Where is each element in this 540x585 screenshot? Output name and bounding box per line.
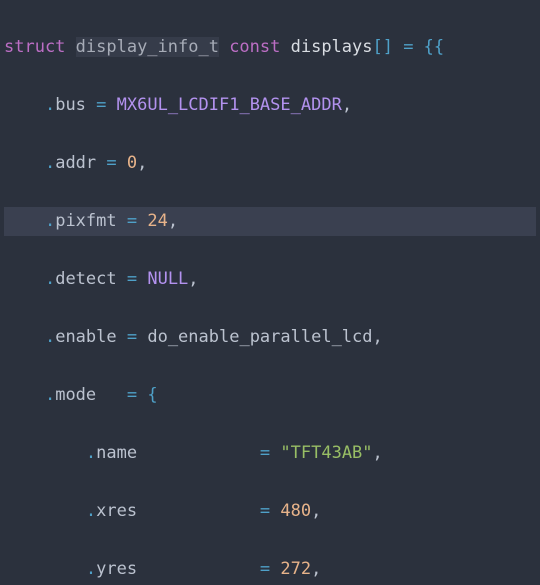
keyword-struct: struct bbox=[4, 37, 76, 57]
open-brackets: [] = {{ bbox=[373, 37, 445, 57]
type-name: display_info_t bbox=[76, 37, 219, 57]
value-addr: 0 bbox=[127, 153, 137, 173]
field-detect: detect bbox=[55, 269, 116, 289]
code-line: .name = "TFT43AB", bbox=[4, 439, 536, 468]
code-line: .enable = do_enable_parallel_lcd, bbox=[4, 323, 536, 352]
field-enable: enable bbox=[55, 327, 116, 347]
value-name: "TFT43AB" bbox=[280, 443, 372, 463]
keyword-const: const bbox=[219, 37, 291, 57]
field-name: name bbox=[96, 443, 137, 463]
code-line-highlighted: .pixfmt = 24, bbox=[4, 207, 536, 236]
value-xres: 480 bbox=[280, 501, 311, 521]
code-line: .xres = 480, bbox=[4, 497, 536, 526]
value-detect: NULL bbox=[147, 269, 188, 289]
field-xres: xres bbox=[96, 501, 137, 521]
value-pixfmt: 24 bbox=[147, 211, 167, 231]
code-line: .mode = { bbox=[4, 381, 536, 410]
code-line: .yres = 272, bbox=[4, 555, 536, 584]
value-yres: 272 bbox=[280, 559, 311, 579]
field-pixfmt: pixfmt bbox=[55, 211, 116, 231]
code-line: .detect = NULL, bbox=[4, 265, 536, 294]
code-line: .addr = 0, bbox=[4, 149, 536, 178]
code-editor[interactable]: struct display_info_t const displays[] =… bbox=[0, 0, 540, 585]
value-enable: do_enable_parallel_lcd bbox=[147, 327, 372, 347]
code-line: .bus = MX6UL_LCDIF1_BASE_ADDR, bbox=[4, 91, 536, 120]
array-name: displays bbox=[291, 37, 373, 57]
field-addr: addr bbox=[55, 153, 96, 173]
value-bus: MX6UL_LCDIF1_BASE_ADDR bbox=[117, 95, 342, 115]
code-line: struct display_info_t const displays[] =… bbox=[4, 33, 536, 62]
field-mode: mode bbox=[55, 385, 96, 405]
field-bus: bus bbox=[55, 95, 86, 115]
field-yres: yres bbox=[96, 559, 137, 579]
